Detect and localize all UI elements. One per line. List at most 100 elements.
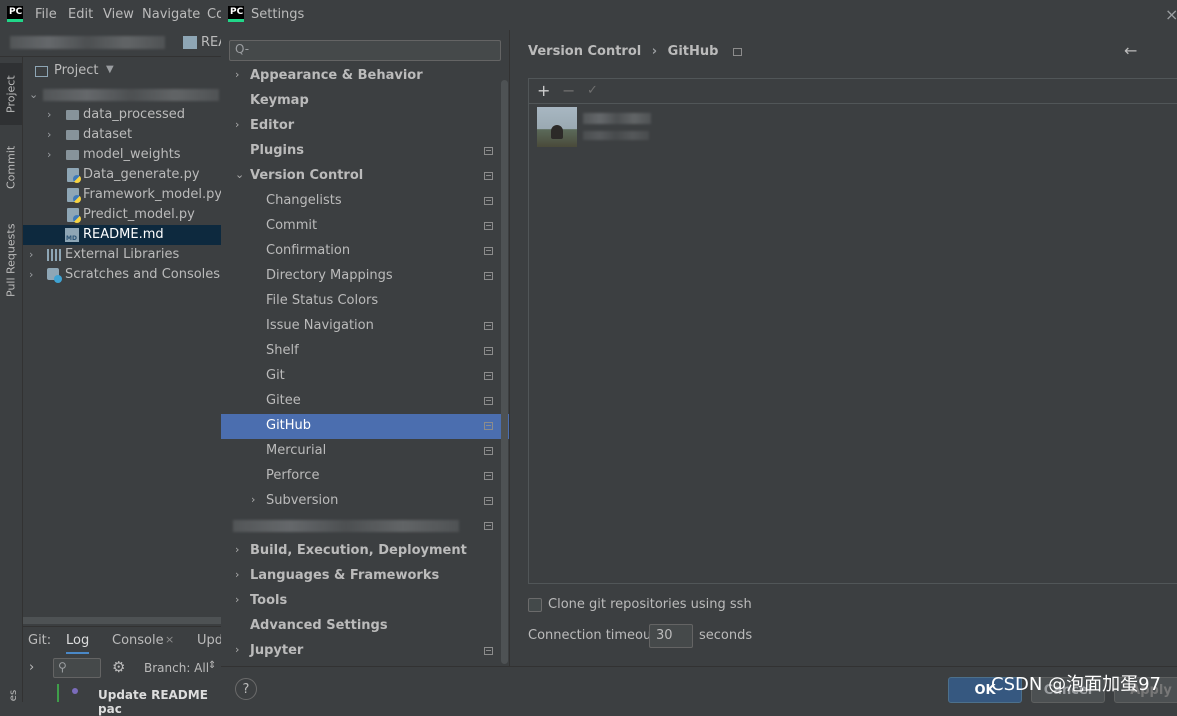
commit-message[interactable]: Update README pac [98, 688, 221, 716]
project-scope-icon [484, 472, 493, 480]
account-avatar [537, 107, 577, 147]
help-button[interactable]: ? [235, 678, 257, 700]
blurred-account-name[interactable] [583, 113, 651, 124]
tree-item[interactable]: › Scratches and Consoles [23, 265, 221, 285]
library-icon [47, 249, 61, 261]
check-icon[interactable]: ✓ [587, 83, 598, 98]
settings-content: Version Control › GitHub ← + − ✓ Clone g… [509, 30, 1177, 666]
timeout-input[interactable]: 30 [649, 624, 693, 648]
chevron-right-icon[interactable]: › [29, 268, 39, 281]
nav-item[interactable]: File Status Colors [221, 289, 509, 314]
nav-scrollbar[interactable] [501, 80, 508, 664]
project-scope-icon [484, 347, 493, 355]
chevron-right-icon[interactable]: › [235, 643, 239, 656]
tab-commit[interactable]: Commit [0, 137, 22, 197]
project-scope-icon [484, 422, 493, 430]
nav-item-label: Jupyter [250, 643, 304, 658]
nav-item-label: Issue Navigation [266, 318, 374, 333]
nav-item[interactable]: Confirmation [221, 239, 509, 264]
tab-log[interactable]: Log [66, 633, 90, 654]
tab-console[interactable]: Console [112, 633, 164, 648]
tree-item-selected[interactable]: MD README.md [23, 225, 221, 245]
timeout-label: Connection timeout: [528, 628, 661, 643]
nav-item[interactable]: › Appearance & Behavior [221, 64, 509, 89]
tree-item-label: Scratches and Consoles [65, 267, 221, 282]
github-accounts-list: + − ✓ [528, 78, 1177, 584]
chevron-right-icon[interactable]: › [235, 68, 239, 81]
settings-search-input[interactable]: Q- [229, 40, 501, 61]
nav-item[interactable]: Issue Navigation [221, 314, 509, 339]
nav-item[interactable] [221, 514, 509, 539]
chevron-right-icon[interactable]: › [235, 543, 239, 556]
nav-item[interactable]: Keymap [221, 89, 509, 114]
menu-navigate[interactable]: Navigate [142, 7, 200, 22]
tree-item-label: External Libraries [65, 247, 180, 262]
tree-item[interactable]: › model_weights [23, 145, 221, 165]
nav-item-selected[interactable]: GitHub [221, 414, 509, 439]
gear-icon[interactable]: ⚙ [112, 658, 125, 676]
nav-item[interactable]: › Build, Execution, Deployment [221, 539, 509, 564]
tab-pull-requests[interactable]: Pull Requests [0, 215, 22, 305]
nav-item[interactable]: Mercurial [221, 439, 509, 464]
branch-filter[interactable]: Branch: All [144, 661, 209, 675]
tree-item[interactable]: Predict_model.py [23, 205, 221, 225]
nav-item[interactable]: Changelists [221, 189, 509, 214]
nav-item-label: Changelists [266, 193, 342, 208]
nav-item[interactable]: › Languages & Frameworks [221, 564, 509, 589]
nav-item[interactable]: › Tools [221, 589, 509, 614]
nav-item[interactable]: Advanced Settings [221, 614, 509, 639]
chevron-right-icon[interactable]: › [235, 593, 239, 606]
menu-edit[interactable]: Edit [68, 7, 93, 22]
tree-item[interactable]: Framework_model.py [23, 185, 222, 205]
nav-item[interactable]: › Jupyter [221, 639, 509, 664]
nav-item[interactable]: Shelf [221, 339, 509, 364]
nav-item[interactable]: Directory Mappings [221, 264, 509, 289]
tree-item[interactable]: › External Libraries [23, 245, 221, 265]
tree-item[interactable]: › data_processed [23, 105, 221, 125]
chevron-right-icon[interactable]: › [47, 128, 57, 141]
tab-update[interactable]: Upd [197, 633, 223, 648]
tree-item[interactable]: Data_generate.py [23, 165, 221, 185]
log-search-input[interactable]: ⚲ [53, 658, 101, 678]
menu-file[interactable]: File [35, 7, 57, 22]
project-panel-title[interactable]: Project [54, 63, 98, 78]
nav-item[interactable]: Commit [221, 214, 509, 239]
project-scope-icon [732, 47, 742, 56]
close-icon[interactable]: × [1165, 5, 1177, 24]
tree-item[interactable]: › dataset [23, 125, 221, 145]
breadcrumb-parent[interactable]: Version Control [528, 44, 641, 59]
commit-graph-line [57, 684, 59, 702]
chevron-right-icon[interactable]: › [235, 568, 239, 581]
dialog-title: Settings [251, 7, 305, 22]
chevron-right-icon[interactable]: › [47, 148, 57, 161]
chevron-right-icon[interactable]: › [29, 660, 34, 675]
remove-icon[interactable]: − [562, 81, 575, 100]
chevron-down-icon[interactable]: ⌄ [235, 168, 244, 181]
nav-item[interactable]: › Editor [221, 114, 509, 139]
nav-item[interactable]: Git [221, 364, 509, 389]
nav-item[interactable]: Gitee [221, 389, 509, 414]
nav-item[interactable]: Plugins [221, 139, 509, 164]
python-file-icon [67, 188, 81, 203]
project-scope-icon [484, 172, 493, 180]
nav-item[interactable]: Perforce [221, 464, 509, 489]
chevron-down-icon[interactable]: ⌄ [29, 88, 39, 101]
clone-ssh-checkbox[interactable] [528, 598, 542, 612]
menu-view[interactable]: View [103, 7, 134, 22]
tab-project[interactable]: Project [0, 63, 22, 125]
nav-item-label: Languages & Frameworks [250, 568, 440, 583]
chevron-right-icon[interactable]: › [29, 248, 39, 261]
folder-icon [66, 150, 79, 160]
horizontal-scrollbar[interactable] [23, 617, 221, 624]
back-arrow-icon[interactable]: ← [1124, 41, 1137, 60]
nav-item[interactable]: › Subversion [221, 489, 509, 514]
chevron-right-icon[interactable]: › [47, 108, 57, 121]
chevron-right-icon[interactable]: › [251, 493, 255, 506]
scratches-badge-icon [54, 275, 62, 283]
nav-item[interactable]: ⌄ Version Control [221, 164, 509, 189]
tree-root[interactable]: ⌄ [23, 85, 221, 105]
chevron-down-icon[interactable]: ▼ [106, 64, 114, 75]
add-icon[interactable]: + [537, 81, 550, 100]
close-icon[interactable]: × [165, 633, 174, 646]
chevron-right-icon[interactable]: › [235, 118, 239, 131]
